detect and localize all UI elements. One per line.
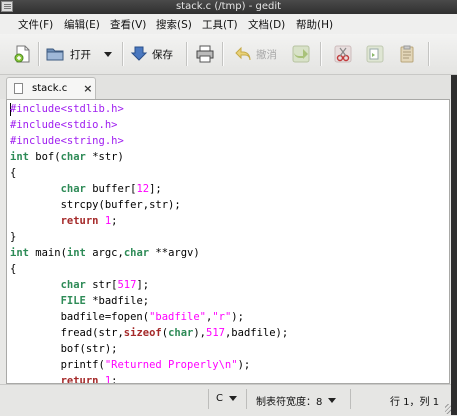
menu-help[interactable]: 帮助(H) (296, 17, 333, 32)
menu-search[interactable]: 搜索(S) (156, 17, 192, 32)
code-line: strcpy(buffer,str); (10, 199, 181, 211)
code-line: int main(int argc,char **argv) (10, 247, 200, 259)
text-editor[interactable]: #include<stdlib.h> #include<stdio.h> #in… (6, 99, 450, 384)
code-line: #include<string.h> (10, 135, 124, 147)
menu-edit[interactable]: 编辑(E) (64, 17, 100, 32)
undo-button[interactable]: 撤消 (234, 44, 277, 64)
menu-file[interactable]: 文件(F) (18, 17, 53, 32)
new-button[interactable] (14, 44, 32, 64)
menu-documents[interactable]: 文档(D) (248, 17, 285, 32)
code-line: char buffer[12]; (60, 183, 162, 195)
desktop-edge (451, 75, 457, 415)
menu-view[interactable]: 查看(V) (110, 17, 146, 32)
new-document-icon (14, 45, 30, 63)
open-recent-dropdown[interactable] (104, 44, 112, 64)
document-icon (14, 83, 23, 94)
close-tab-icon[interactable]: × (83, 82, 92, 95)
paste-button[interactable] (398, 44, 416, 64)
code-line: return 1; (60, 215, 118, 227)
menu-bar: 文件(F) 编辑(E) 查看(V) 搜索(S) 工具(T) 文档(D) 帮助(H… (0, 14, 457, 34)
tab-width-label: 制表符宽度：8 (256, 397, 323, 408)
tab-width-selector[interactable]: 制表符宽度：8 (256, 393, 337, 408)
cursor-position-label: 行 1，列 1 (390, 397, 440, 408)
language-label: C (216, 393, 223, 404)
open-button[interactable]: 打开 (46, 44, 91, 64)
code-line: #include<stdio.h> (10, 119, 118, 131)
gedit-window: stack.c (/tmp) - gedit 文件(F) 编辑(E) 查看(V)… (0, 0, 457, 416)
code-view[interactable]: #include<stdlib.h> #include<stdio.h> #in… (10, 101, 289, 384)
chevron-down-icon (328, 398, 337, 403)
tab-stack-c[interactable]: stack.c × (6, 77, 96, 99)
copy-button[interactable] (366, 44, 384, 64)
language-selector[interactable]: C (216, 393, 237, 404)
status-bar: C 制表符宽度：8 行 1，列 1 (0, 384, 457, 416)
code-line: char str[517]; (60, 279, 150, 291)
code-line: return 1; (60, 375, 118, 384)
cursor-position: 行 1，列 1 (390, 393, 439, 408)
code-line: { (10, 167, 17, 179)
title-bar: stack.c (/tmp) - gedit (0, 0, 457, 14)
code-line: int bof(char *str) (10, 151, 124, 163)
undo-arrow-icon (235, 46, 251, 61)
code-line: bof(str); (10, 343, 118, 355)
scissors-icon (334, 45, 352, 63)
save-download-icon (130, 46, 148, 61)
print-button[interactable] (196, 44, 214, 64)
tab-filename: stack.c (32, 83, 68, 94)
toolbar: 打开 保存 撤消 (0, 34, 457, 75)
code-line: printf("Returned Properly\n"); (10, 359, 251, 371)
code-line: badfile=fopen("badfile","r"); (10, 311, 244, 323)
open-label: 打开 (70, 48, 91, 61)
copy-icon (366, 45, 384, 63)
clipboard-icon (400, 45, 414, 63)
code-line: { (10, 263, 17, 275)
save-button[interactable]: 保存 (130, 44, 173, 64)
folder-icon (46, 48, 64, 61)
menu-tools[interactable]: 工具(T) (202, 17, 238, 32)
undo-label: 撤消 (256, 48, 277, 61)
chevron-down-icon (104, 51, 112, 57)
code-line: fread(str,sizeof(char),517,badfile); (10, 327, 289, 339)
code-line: #include<stdlib.h> (10, 103, 124, 115)
code-line: } (10, 231, 17, 243)
window-title: stack.c (/tmp) - gedit (175, 1, 282, 12)
redo-arrow-icon (292, 45, 310, 63)
chevron-down-icon (228, 396, 237, 401)
cut-button[interactable] (334, 44, 352, 64)
tab-strip: stack.c × (0, 75, 457, 99)
printer-icon (196, 45, 214, 63)
redo-button[interactable] (292, 44, 310, 64)
code-line: FILE *badfile; (60, 295, 150, 307)
save-label: 保存 (152, 48, 173, 61)
